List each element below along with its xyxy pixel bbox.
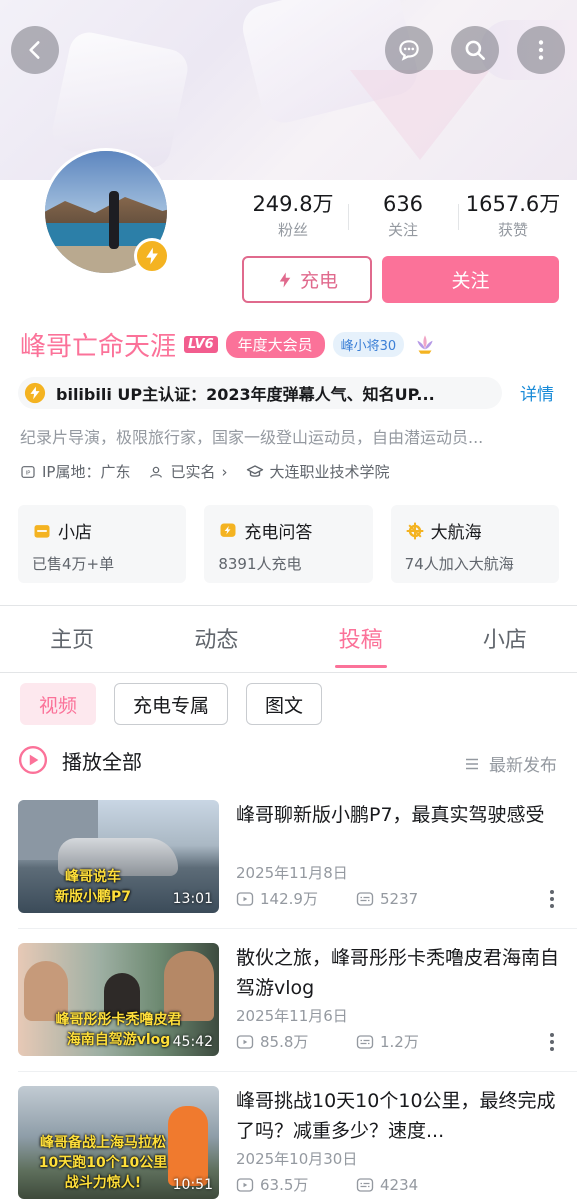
section-divider bbox=[0, 605, 577, 606]
voyage-card[interactable]: 大航海 74人加入大航海 bbox=[390, 505, 559, 583]
video-item[interactable]: 峰哥备战上海马拉松 10天跑10个10公里 战斗力惊人! 10:51 峰哥挑战1… bbox=[18, 1086, 563, 1200]
chevron-right-icon: › bbox=[221, 462, 228, 481]
lotus-badge-icon[interactable] bbox=[412, 331, 438, 357]
fan-medal-badge[interactable]: 峰小将30 bbox=[332, 331, 405, 357]
tab-dynamics[interactable]: 动态 bbox=[144, 612, 288, 672]
play-all-button[interactable]: 播放全部 bbox=[18, 745, 142, 775]
video-title[interactable]: 峰哥挑战10天10个10公里，最终完成了吗？减重多少？速度... bbox=[236, 1086, 561, 1146]
username: 峰哥亡命天涯 bbox=[20, 331, 177, 362]
more-button[interactable] bbox=[517, 26, 565, 74]
detail-link[interactable]: 详情 bbox=[520, 380, 554, 405]
chip-charge-exclusive[interactable]: 充电专属 bbox=[114, 683, 229, 725]
video-item[interactable]: 峰哥说车 新版小鹏P7 13:01 峰哥聊新版小鹏P7，最真实驾驶感受 2025… bbox=[18, 800, 563, 914]
video-stats: 63.5万 4234 bbox=[236, 1174, 476, 1195]
video-item[interactable]: 峰哥彤彤卡秃噜皮君 海南自驾游vlog 45:42 散伙之旅，峰哥彤彤卡秃噜皮君… bbox=[18, 943, 563, 1057]
video-thumbnail[interactable]: 峰哥说车 新版小鹏P7 13:01 bbox=[18, 800, 219, 913]
video-thumbnail[interactable]: 峰哥彤彤卡秃噜皮君 海南自驾游vlog 45:42 bbox=[18, 943, 219, 1056]
verified-lightning-icon bbox=[24, 382, 46, 404]
play-circle-icon bbox=[18, 745, 48, 775]
banner-decoration bbox=[350, 70, 490, 160]
more-options-icon[interactable] bbox=[549, 890, 555, 912]
shop-icon bbox=[34, 524, 50, 538]
tab-uploads[interactable]: 投稿 bbox=[289, 612, 433, 672]
graduation-cap-icon bbox=[246, 464, 263, 477]
ip-icon: IP bbox=[21, 465, 35, 478]
profile-meta: IP IP属地：广东 已实名 › 大连职业技术学院 bbox=[20, 461, 390, 482]
danmaku-icon bbox=[356, 1034, 374, 1049]
video-duration: 10:51 bbox=[172, 1177, 213, 1193]
verification-text: bilibili UP主认证：2023年度弹幕人气、知名UP... bbox=[56, 385, 435, 404]
feature-cards: 小店 已售4万+单 充电问答 8391人充电 大航海 74人加入大航海 bbox=[18, 505, 559, 583]
charge-button[interactable]: 充电 bbox=[242, 256, 372, 303]
list-sort-icon bbox=[466, 758, 478, 769]
svg-text:IP: IP bbox=[26, 470, 32, 476]
level-badge: LV6 bbox=[184, 335, 218, 353]
tabs-divider bbox=[0, 672, 577, 673]
more-vertical-icon bbox=[538, 40, 544, 60]
real-name-verified[interactable]: 已实名 › bbox=[148, 461, 228, 482]
sort-button[interactable]: 最新发布 bbox=[463, 751, 557, 776]
profile-stats: 249.8万 粉丝 636 关注 1657.6万 获赞 bbox=[238, 190, 568, 246]
charge-qa-icon bbox=[220, 523, 236, 537]
id-verified-icon bbox=[150, 466, 163, 478]
danmaku-icon bbox=[356, 891, 374, 906]
video-duration: 45:42 bbox=[172, 1034, 213, 1050]
back-button[interactable] bbox=[11, 26, 59, 74]
charge-qa-card[interactable]: 充电问答 8391人充电 bbox=[204, 505, 373, 583]
school: 大连职业技术学院 bbox=[246, 461, 390, 482]
more-options-icon[interactable] bbox=[549, 1033, 555, 1055]
vip-badge[interactable]: 年度大会员 bbox=[225, 330, 325, 358]
video-stats: 142.9万 5237 bbox=[236, 888, 476, 909]
message-button[interactable] bbox=[385, 26, 433, 74]
chip-articles[interactable]: 图文 bbox=[246, 683, 323, 725]
search-button[interactable] bbox=[451, 26, 499, 74]
stat-following[interactable]: 636 关注 bbox=[348, 190, 458, 246]
profile-tabs: 主页 动态 投稿 小店 bbox=[0, 612, 577, 672]
video-title[interactable]: 峰哥聊新版小鹏P7，最真实驾驶感受 bbox=[236, 800, 561, 830]
video-date: 2025年11月6日 bbox=[236, 1007, 348, 1025]
content-filter-chips: 视频 充电专属 图文 bbox=[20, 683, 323, 725]
stat-fans[interactable]: 249.8万 粉丝 bbox=[238, 190, 348, 246]
video-duration: 13:01 bbox=[172, 891, 213, 907]
name-row: 峰哥亡命天涯 LV6 年度大会员 峰小将30 bbox=[20, 324, 438, 364]
tab-shop[interactable]: 小店 bbox=[433, 612, 577, 672]
danmaku-icon bbox=[356, 1177, 374, 1192]
video-date: 2025年11月8日 bbox=[236, 864, 348, 882]
video-thumbnail[interactable]: 峰哥备战上海马拉松 10天跑10个10公里 战斗力惊人! 10:51 bbox=[18, 1086, 219, 1199]
ship-wheel-icon bbox=[406, 522, 423, 539]
tab-home[interactable]: 主页 bbox=[0, 612, 144, 672]
play-count-icon bbox=[236, 1177, 254, 1192]
shop-card[interactable]: 小店 已售4万+单 bbox=[18, 505, 187, 583]
thumbnail-caption: 峰哥备战上海马拉松 10天跑10个10公里 战斗力惊人! bbox=[38, 1135, 168, 1191]
chat-bubble-icon bbox=[399, 40, 419, 61]
lightning-icon bbox=[279, 272, 291, 287]
ip-location: IP IP属地：广东 bbox=[20, 461, 130, 482]
play-count-icon bbox=[236, 891, 254, 906]
list-divider bbox=[18, 928, 577, 929]
back-arrow-icon bbox=[29, 41, 40, 59]
video-stats: 85.8万 1.2万 bbox=[236, 1031, 476, 1052]
bio-text[interactable]: 纪录片导演，极限旅行家，国家一级登山运动员，自由潜运动员... bbox=[20, 424, 565, 448]
thumbnail-caption: 峰哥说车 新版小鹏P7 bbox=[54, 869, 131, 905]
chip-videos[interactable]: 视频 bbox=[20, 683, 97, 725]
video-title[interactable]: 散伙之旅，峰哥彤彤卡秃噜皮君海南自驾游vlog bbox=[236, 943, 561, 1003]
search-icon bbox=[465, 40, 485, 60]
verification-bar[interactable]: bilibili UP主认证：2023年度弹幕人气、知名UP... bbox=[18, 377, 502, 409]
list-divider bbox=[18, 1071, 577, 1072]
stat-likes[interactable]: 1657.6万 获赞 bbox=[458, 190, 568, 246]
lightning-badge-icon bbox=[134, 238, 170, 274]
video-date: 2025年10月30日 bbox=[236, 1150, 358, 1168]
play-count-icon bbox=[236, 1034, 254, 1049]
follow-button[interactable]: 关注 bbox=[382, 256, 559, 303]
